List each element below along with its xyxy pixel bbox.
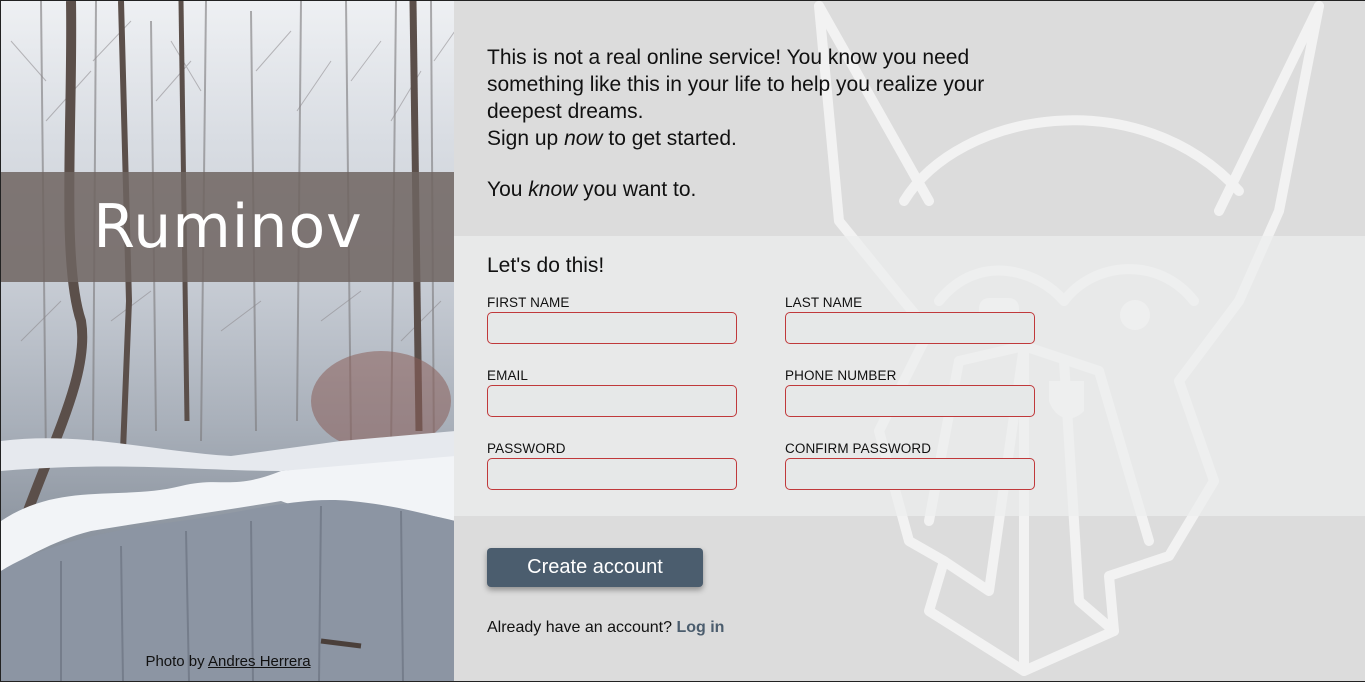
intro-line-3-pre: You (487, 178, 529, 201)
email-input[interactable] (487, 385, 737, 417)
password-group: PASSWORD (487, 441, 737, 490)
password-label: PASSWORD (487, 441, 566, 456)
first-name-group: FIRST NAME (487, 295, 737, 344)
brand-band: Ruminov (1, 172, 454, 282)
first-name-label: FIRST NAME (487, 295, 570, 310)
intro-line-3-em: know (528, 178, 578, 201)
create-account-button[interactable]: Create account (487, 548, 703, 587)
winter-forest-photo (1, 1, 454, 681)
hero-photo-panel: Ruminov Photo by Andres Herrera (0, 0, 454, 682)
intro-line-2-pre: Sign up (487, 127, 565, 150)
photo-credit-prefix: Photo by (145, 653, 208, 670)
intro-line-3-post: you want to. (577, 178, 697, 201)
intro-line-2-post: to get started. (602, 127, 737, 150)
phone-input[interactable] (785, 385, 1035, 417)
last-name-group: LAST NAME (785, 295, 1035, 344)
login-prompt-text: Already have an account? (487, 619, 677, 636)
photo-credit-link[interactable]: Andres Herrera (208, 653, 311, 670)
email-group: EMAIL (487, 368, 737, 417)
intro-text: This is not a real online service! You k… (487, 44, 1047, 203)
login-link[interactable]: Log in (676, 619, 724, 636)
login-prompt: Already have an account? Log in (487, 619, 724, 637)
photo-credit: Photo by Andres Herrera (1, 653, 454, 670)
first-name-input[interactable] (487, 312, 737, 344)
password-input[interactable] (487, 458, 737, 490)
brand-title: Ruminov (93, 192, 363, 262)
last-name-input[interactable] (785, 312, 1035, 344)
confirm-password-input[interactable] (785, 458, 1035, 490)
intro-line-1: This is not a real online service! You k… (487, 46, 985, 123)
phone-label: PHONE NUMBER (785, 368, 897, 383)
signup-form: Let's do this! FIRST NAME LAST NAME EMAI… (454, 236, 1365, 516)
form-heading: Let's do this! (487, 254, 605, 277)
intro-line-2: Sign up now to get started. (487, 125, 1047, 152)
phone-group: PHONE NUMBER (785, 368, 1035, 417)
intro-line-3: You know you want to. (487, 176, 1047, 203)
intro-line-2-em: now (564, 127, 603, 150)
last-name-label: LAST NAME (785, 295, 863, 310)
email-label: EMAIL (487, 368, 529, 383)
confirm-password-label: CONFIRM PASSWORD (785, 441, 932, 456)
confirm-password-group: CONFIRM PASSWORD (785, 441, 1035, 490)
signup-panel: This is not a real online service! You k… (454, 0, 1365, 682)
intro-spacer (487, 152, 1047, 176)
